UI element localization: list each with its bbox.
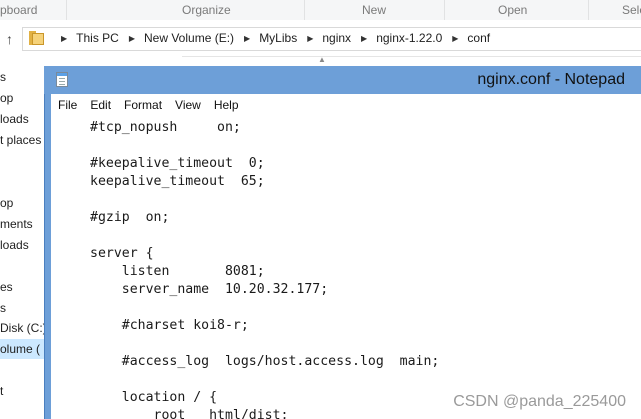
nav-item-desktop[interactable]: op (0, 196, 13, 210)
chevron-right-icon[interactable]: ▶ (129, 34, 135, 43)
ribbon-group-clipboard: pboard (0, 3, 38, 17)
code-line: location / { (90, 390, 218, 405)
nav-item-network[interactable]: t (0, 384, 3, 398)
code-line: #charset koi8-r; (90, 318, 249, 333)
notepad-title-bar[interactable]: nginx.conf - Notepad (44, 66, 641, 94)
breadcrumb-nginx[interactable]: nginx (322, 31, 351, 45)
menu-view[interactable]: View (168, 98, 207, 112)
ribbon-divider (304, 0, 305, 20)
window-title: nginx.conf - Notepad (477, 71, 625, 88)
nav-item-videos[interactable]: s (0, 301, 6, 315)
nav-item-new-volume[interactable]: olume ( (0, 339, 44, 359)
breadcrumb-new-volume[interactable]: New Volume (E:) (144, 31, 234, 45)
nav-item-documents[interactable]: ments (0, 217, 33, 231)
ribbon-group-labels: pboard Organize New Open Sele (0, 0, 641, 21)
code-line: #keepalive_timeout 0; (90, 156, 265, 171)
nav-item-recent-places[interactable]: t places (0, 133, 41, 147)
chevron-right-icon[interactable]: ▶ (361, 34, 367, 43)
notepad-icon[interactable] (56, 72, 68, 87)
menu-edit[interactable]: Edit (83, 98, 117, 112)
ribbon-divider (66, 0, 67, 20)
code-line: #tcp_nopush on; (90, 120, 241, 135)
menu-format[interactable]: Format (117, 98, 168, 112)
breadcrumb-nginx-version[interactable]: nginx-1.22.0 (376, 31, 442, 45)
ribbon-group-select: Sele (622, 3, 641, 17)
code-line: root html/dist; (90, 408, 289, 419)
chevron-right-icon[interactable]: ▶ (61, 34, 67, 43)
chevron-right-icon[interactable]: ▶ (244, 34, 250, 43)
nav-item-desktop[interactable]: op (0, 91, 13, 105)
navigation-pane: s op loads t places op ments loads es s … (0, 66, 47, 419)
nav-item-downloads[interactable]: loads (0, 238, 29, 252)
text-editor[interactable]: #tcp_nopush on; #keepalive_timeout 0; ke… (51, 115, 641, 419)
ribbon-group-organize: Organize (182, 3, 231, 17)
ribbon-divider (444, 0, 445, 20)
breadcrumb-this-pc[interactable]: This PC (76, 31, 119, 45)
up-arrow-icon[interactable]: ↑ (6, 31, 13, 47)
sort-caret-icon[interactable]: ▲ (318, 55, 326, 64)
code-line: server { (90, 246, 154, 261)
breadcrumb: ▶ This PC ▶ New Volume (E:) ▶ MyLibs ▶ n… (51, 31, 490, 45)
chevron-right-icon[interactable]: ▶ (452, 34, 458, 43)
breadcrumb-conf[interactable]: conf (467, 31, 490, 45)
nav-item-pictures[interactable]: es (0, 280, 13, 294)
code-line: server_name 10.20.32.177; (90, 282, 329, 297)
folder-icon (29, 31, 45, 45)
code-line: listen 8081; (90, 264, 265, 279)
menu-file[interactable]: File (51, 98, 83, 112)
code-line: #access_log logs/host.access.log main; (90, 354, 440, 369)
nav-item[interactable]: s (0, 70, 6, 84)
chevron-right-icon[interactable]: ▶ (307, 34, 313, 43)
breadcrumb-mylibs[interactable]: MyLibs (259, 31, 297, 45)
ribbon-group-open: Open (498, 3, 528, 17)
menu-bar: File Edit Format View Help (51, 94, 641, 116)
ribbon-group-new: New (362, 3, 387, 17)
code-line: #gzip on; (90, 210, 170, 225)
nav-item-downloads[interactable]: loads (0, 112, 29, 126)
watermark: CSDN @panda_225400 (453, 393, 626, 410)
menu-help[interactable]: Help (207, 98, 245, 112)
code-line: keepalive_timeout 65; (90, 174, 265, 189)
address-bar[interactable]: ▶ This PC ▶ New Volume (E:) ▶ MyLibs ▶ n… (22, 27, 641, 51)
ribbon-divider (588, 0, 589, 20)
nav-item-local-disk[interactable]: Disk (C:) (0, 321, 47, 335)
